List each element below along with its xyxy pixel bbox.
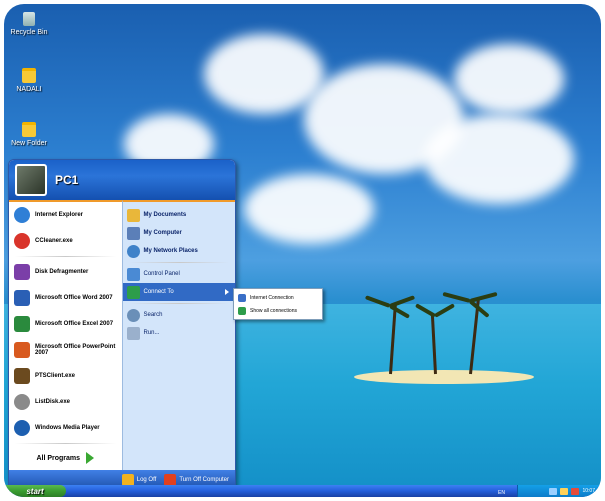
place-my-computer[interactable]: My Computer (123, 224, 236, 242)
place-my-documents[interactable]: My Documents (123, 206, 236, 224)
separator (15, 443, 116, 444)
ccleaner-icon (14, 233, 30, 249)
folder-icon (22, 68, 36, 83)
user-avatar[interactable] (15, 164, 47, 196)
start-menu-places: My Documents My Computer My Network Plac… (121, 200, 236, 472)
disk-defragmenter-icon (14, 264, 30, 280)
internet-explorer-icon (14, 207, 30, 223)
username: PC1 (55, 173, 79, 187)
desktop-icon-label: Recycle Bin (10, 29, 48, 36)
network-places-icon (126, 244, 140, 258)
start-button[interactable]: start (4, 485, 66, 497)
network-tray-icon[interactable] (549, 487, 558, 495)
connect-to-submenu: Internet Connection Show all connections (233, 288, 323, 320)
place-search[interactable]: Search (123, 306, 236, 324)
place-connect-to[interactable]: Connect To (122, 283, 235, 301)
my-computer-icon (126, 226, 140, 240)
submenu-internet-connection[interactable]: Internet Connection (234, 291, 322, 304)
program-excel[interactable]: Microsoft Office Excel 2007 (9, 311, 122, 337)
program-ptsclient[interactable]: PTSClient.exe (9, 363, 122, 389)
desktop[interactable]: Recycle Bin NADALI New Folder PC1 Intern… (4, 4, 601, 497)
language-indicator[interactable]: EN (498, 490, 505, 496)
program-internet-explorer[interactable]: Internet Explorer (9, 202, 122, 228)
separator (128, 262, 229, 263)
start-menu-header: PC1 (9, 160, 235, 200)
control-panel-icon (126, 267, 140, 281)
ptsclient-icon (14, 368, 30, 384)
arrow-right-icon (86, 452, 95, 464)
place-control-panel[interactable]: Control Panel (123, 265, 236, 283)
search-icon (126, 308, 140, 322)
powerpoint-icon (14, 342, 30, 358)
separator (15, 256, 116, 257)
word-icon (14, 290, 30, 306)
internet-connection-icon (238, 293, 246, 302)
recycle-bin-icon (23, 12, 35, 26)
desktop-icon-nadali[interactable]: NADALI (4, 68, 54, 93)
desktop-icon-new-folder[interactable]: New Folder (4, 122, 54, 147)
run-icon (126, 326, 140, 340)
separator (128, 303, 229, 304)
program-media-player[interactable]: Windows Media Player (9, 415, 122, 441)
clock: 10:07 (582, 488, 595, 494)
volume-tray-icon[interactable] (560, 487, 569, 495)
desktop-icon-label: NADALI (16, 86, 42, 93)
all-programs-button[interactable]: All Programs (9, 446, 122, 470)
desktop-icon-recycle-bin[interactable]: Recycle Bin (4, 12, 54, 36)
start-menu-programs: Internet Explorer CCleaner.exe Disk Defr… (9, 200, 122, 472)
submenu-arrow-icon (225, 289, 229, 295)
connect-to-icon (126, 285, 140, 299)
my-documents-icon (126, 208, 140, 222)
taskbar: start EN 10:07 (4, 485, 601, 497)
listdisk-icon (14, 394, 30, 410)
place-run[interactable]: Run... (123, 324, 236, 342)
place-network-places[interactable]: My Network Places (123, 242, 236, 260)
security-tray-icon[interactable] (571, 487, 580, 495)
show-connections-icon (238, 306, 246, 315)
program-listdisk[interactable]: ListDisk.exe (9, 389, 122, 415)
island (354, 370, 534, 384)
media-player-icon (14, 420, 30, 436)
submenu-show-all-connections[interactable]: Show all connections (234, 304, 322, 317)
program-ccleaner[interactable]: CCleaner.exe (9, 228, 122, 254)
start-menu: PC1 Internet Explorer CCleaner.exe Disk … (8, 159, 236, 491)
program-disk-defragmenter[interactable]: Disk Defragmenter (9, 259, 122, 285)
system-tray: 10:07 (517, 485, 601, 497)
folder-icon (22, 122, 36, 137)
excel-icon (14, 316, 30, 332)
program-word[interactable]: Microsoft Office Word 2007 (9, 285, 122, 311)
screenshot-frame: Recycle Bin NADALI New Folder PC1 Intern… (0, 0, 605, 501)
desktop-icon-label: New Folder (11, 140, 47, 147)
program-powerpoint[interactable]: Microsoft Office PowerPoint 2007 (9, 337, 122, 363)
